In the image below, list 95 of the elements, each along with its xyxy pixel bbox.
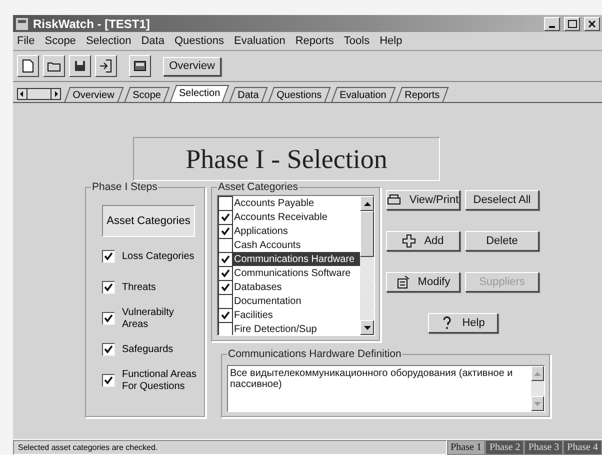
checkbox[interactable] [218, 224, 233, 238]
list-item[interactable]: Databases [218, 280, 360, 294]
menu-item[interactable]: Evaluation [234, 35, 286, 47]
step-label: Safeguards [122, 344, 174, 356]
minimize-icon [549, 26, 555, 28]
document-icon [22, 59, 34, 73]
action-button[interactable]: Delete [465, 231, 539, 251]
tab[interactable]: Reports [396, 87, 449, 102]
up-arrow-icon [534, 372, 541, 376]
door-icon [99, 59, 113, 73]
new-button[interactable] [17, 55, 39, 77]
app-icon [15, 16, 29, 30]
list-item[interactable]: Communications Software [218, 266, 360, 280]
down-arrow-icon [364, 326, 370, 330]
list-item[interactable]: Accounts Receivable [218, 210, 360, 224]
checkbox[interactable] [218, 196, 233, 210]
maximize-button[interactable] [564, 16, 580, 30]
action-button[interactable]: View/Print [386, 190, 460, 210]
check-icon [221, 310, 230, 320]
tab[interactable]: Questions [268, 87, 332, 102]
save-button[interactable] [69, 55, 91, 77]
phase-indicator[interactable]: Phase 3 [524, 440, 564, 455]
checkbox[interactable] [102, 343, 115, 356]
check-icon [104, 314, 113, 323]
checkbox[interactable] [102, 281, 115, 294]
menu-item[interactable]: Questions [174, 35, 224, 47]
group-label: Phase I Steps [91, 181, 158, 193]
checkbox[interactable] [102, 312, 115, 325]
check-icon [104, 252, 113, 261]
list-item[interactable]: Accounts Payable [218, 196, 360, 210]
step-label: Threats [122, 282, 157, 294]
menu-item[interactable]: Scope [44, 35, 76, 47]
step-button[interactable]: Asset Categories [102, 205, 195, 237]
tab[interactable]: Scope [124, 87, 170, 102]
list-item[interactable]: Facilities [218, 308, 360, 322]
tab-scroll-icon [17, 88, 61, 100]
checkbox[interactable] [218, 252, 233, 266]
list-item[interactable]: Applications [218, 224, 360, 238]
close-button[interactable] [584, 16, 600, 30]
floppy-icon [74, 60, 86, 72]
menu-item[interactable]: Reports [295, 35, 334, 47]
checkbox[interactable] [102, 374, 115, 387]
action-button[interactable]: Modify [386, 272, 460, 292]
menu-item[interactable]: File [17, 35, 35, 47]
checkbox[interactable] [218, 322, 233, 335]
checkbox[interactable] [218, 294, 233, 308]
action-button[interactable]: Add [386, 231, 460, 251]
checkbox[interactable] [102, 250, 115, 263]
list-item[interactable]: Documentation [218, 294, 360, 308]
check-icon [104, 283, 113, 292]
definition-field[interactable]: Все видытелекоммуникационного оборудования (активное и пассивное) [227, 365, 545, 412]
menu-item[interactable]: Tools [344, 35, 370, 47]
plus-icon [402, 234, 416, 248]
phase-indicator[interactable]: Phase 1 [446, 440, 486, 455]
action-button[interactable]: Help [428, 313, 498, 333]
checkbox[interactable] [218, 280, 233, 294]
list-item[interactable]: Communications Hardware [218, 252, 360, 266]
checkbox[interactable] [218, 210, 233, 224]
menu-item[interactable]: Selection [86, 35, 132, 47]
group-label: Communications Hardware Definition [227, 348, 402, 360]
monitor-icon [134, 61, 146, 71]
group-label: Asset Categories [217, 181, 299, 193]
open-button[interactable] [43, 55, 65, 77]
list-item[interactable]: Cash Accounts [218, 238, 360, 252]
tab[interactable]: Overview [64, 87, 124, 102]
close-icon [588, 20, 596, 28]
menu-item[interactable]: Help [380, 35, 402, 47]
tab[interactable]: Data [229, 87, 268, 102]
list-item[interactable]: Fire Detection/Sup [218, 322, 360, 335]
minimize-button[interactable] [544, 16, 560, 30]
action-button[interactable]: Deselect All [465, 190, 539, 210]
checkbox[interactable] [218, 308, 233, 322]
phase-indicator[interactable]: Phase 2 [485, 440, 524, 455]
checkbox[interactable] [218, 238, 233, 252]
status-text: Selected asset categories are checked. [13, 440, 447, 455]
step-label: Vulnerabilty Areas [122, 306, 175, 330]
scrollbar[interactable] [360, 196, 374, 335]
tab[interactable]: Selection [170, 85, 230, 102]
checkbox[interactable] [218, 266, 233, 280]
menu-item[interactable]: Data [141, 35, 164, 47]
check-icon [104, 376, 113, 385]
folder-icon [47, 60, 61, 72]
window-title: RiskWatch - [TEST1] [33, 16, 151, 30]
phase-indicator[interactable]: Phase 4 [563, 440, 602, 455]
step-label: Loss Categories [122, 250, 196, 262]
step-label: Functional Areas For Questions [122, 368, 198, 392]
up-arrow-icon [364, 202, 370, 206]
exit-button[interactable] [95, 55, 117, 77]
phase-title: Phase I - Selection [133, 137, 440, 181]
printer-icon [387, 193, 402, 207]
overview-button[interactable]: Overview [163, 56, 221, 76]
check-icon [104, 345, 113, 354]
tab[interactable]: Evaluation [332, 87, 396, 102]
down-arrow-icon [534, 402, 541, 406]
maximize-icon [568, 20, 576, 28]
